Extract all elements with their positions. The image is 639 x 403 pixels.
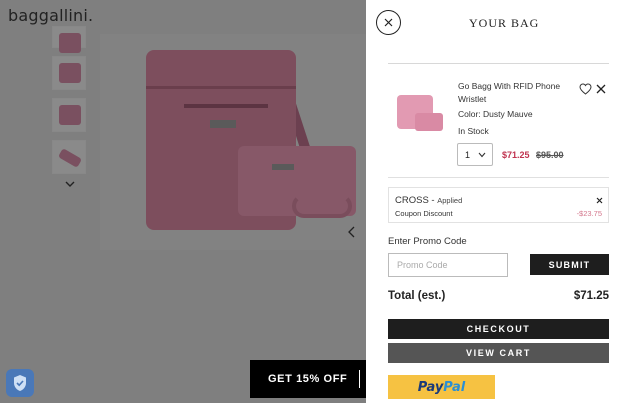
total-label: Total (est.) [388, 290, 446, 302]
original-price: $95.00 [536, 150, 564, 160]
discount-banner[interactable]: GET 15% OFF [250, 360, 382, 398]
cart-item-stock: In Stock [458, 126, 489, 136]
product-thumbnail[interactable] [52, 140, 86, 174]
submit-promo-button[interactable]: SUBMIT [530, 254, 609, 275]
drawer-title: YOUR BAG [469, 16, 540, 30]
close-icon [384, 18, 393, 27]
coupon-label: Coupon Discount [395, 209, 453, 218]
product-main-image [100, 34, 366, 250]
cart-item-image[interactable] [391, 93, 445, 137]
coupon-amount: -$23.75 [576, 209, 602, 218]
paypal-logo-part1: Pay [417, 379, 444, 395]
thumbnail-list [52, 26, 90, 182]
paypal-logo-part2: Pal [443, 379, 466, 395]
cart-item-color: Color: Dusty Mauve [458, 109, 533, 119]
promo-code-label: Enter Promo Code [388, 236, 467, 247]
product-thumbnail[interactable] [52, 26, 86, 53]
remove-item-icon[interactable] [596, 84, 606, 94]
product-thumbnail[interactable] [52, 98, 86, 132]
view-cart-button[interactable]: VIEW CART [388, 343, 609, 363]
coupon-status: Applied [437, 196, 463, 205]
divider [388, 177, 609, 178]
divider [359, 370, 361, 388]
chevron-left-icon[interactable] [344, 224, 360, 240]
cart-item-name[interactable]: Go Bagg With RFID Phone Wristlet [458, 80, 578, 105]
store-page-background: baggallini. [0, 0, 366, 403]
cart-drawer: YOUR BAG Go Bagg With RFID Phone Wristle… [366, 0, 639, 403]
divider [388, 63, 609, 64]
promo-code-input[interactable] [388, 253, 508, 277]
brand-logo[interactable]: baggallini. [8, 6, 93, 25]
coupon-code-text: CROSS - [395, 195, 438, 206]
quantity-select[interactable]: 1 [457, 143, 493, 166]
chevron-down-icon[interactable] [64, 178, 76, 190]
sale-price: $71.25 [502, 150, 530, 160]
paypal-button[interactable]: Pay Pal [388, 375, 495, 399]
shield-icon[interactable] [6, 369, 34, 397]
product-thumbnail[interactable] [52, 56, 86, 90]
chevron-down-icon [478, 152, 486, 158]
total-value: $71.25 [573, 290, 609, 302]
applied-coupon: CROSS - Applied Coupon Discount -$23.75 [388, 187, 609, 223]
quantity-value: 1 [465, 149, 471, 160]
heart-icon[interactable] [579, 83, 592, 95]
coupon-code: CROSS - Applied [395, 195, 462, 206]
discount-banner-text[interactable]: GET 15% OFF [268, 373, 347, 385]
close-drawer-button[interactable] [376, 10, 401, 35]
checkout-button[interactable]: CHECKOUT [388, 319, 609, 339]
remove-coupon-icon[interactable] [596, 197, 603, 204]
